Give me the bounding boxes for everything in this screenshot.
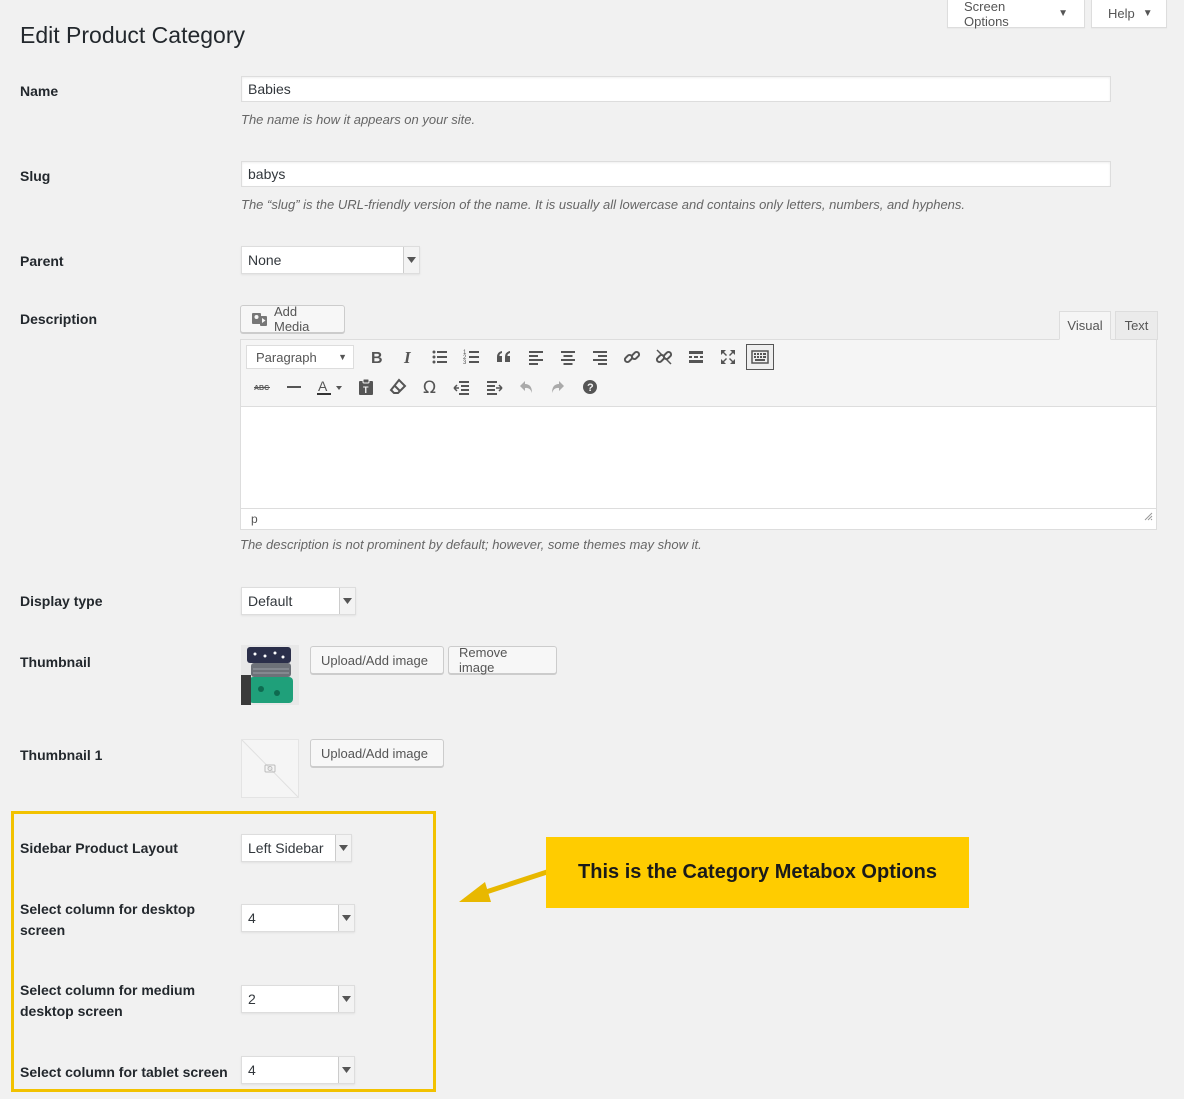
callout-text: This is the Category Metabox Options: [578, 861, 937, 883]
keyboard-shortcuts-icon[interactable]: ?: [574, 373, 606, 401]
svg-text:?: ?: [587, 382, 594, 394]
media-icon: [251, 310, 269, 328]
callout-box: This is the Category Metabox Options: [546, 837, 969, 908]
upload-thumbnail1-button[interactable]: Upload/Add image: [310, 739, 444, 767]
undo-icon[interactable]: [510, 373, 542, 401]
chevron-down-icon: [339, 588, 355, 614]
tablet-columns-value: 4: [248, 1062, 256, 1078]
align-right-icon[interactable]: [584, 343, 616, 371]
tab-visual[interactable]: Visual: [1059, 311, 1111, 340]
svg-text:B: B: [371, 350, 383, 366]
upload-thumbnail-label: Upload/Add image: [321, 652, 428, 668]
strikethrough-icon[interactable]: ABC: [246, 373, 278, 401]
format-select-value: Paragraph: [256, 349, 317, 365]
medium-columns-label: Select column for medium desktop screen: [20, 982, 196, 1019]
align-center-icon[interactable]: [552, 343, 584, 371]
bullet-list-icon[interactable]: [424, 343, 456, 371]
name-description: The name is how it appears on your site.: [241, 112, 476, 127]
outdent-icon[interactable]: [446, 373, 478, 401]
thumbnail1-label: Thumbnail 1: [20, 747, 103, 763]
indent-icon[interactable]: [478, 373, 510, 401]
chevron-down-icon: [403, 247, 419, 273]
format-select[interactable]: Paragraph ▼: [246, 345, 354, 369]
chevron-down-icon: ▼: [338, 352, 347, 362]
chevron-down-icon: [338, 986, 354, 1012]
callout-arrow-icon: [455, 862, 550, 908]
remove-thumbnail-button[interactable]: Remove image: [448, 645, 557, 675]
redo-icon[interactable]: [542, 373, 574, 401]
link-icon[interactable]: [616, 343, 648, 371]
numbered-list-icon[interactable]: 123: [456, 343, 488, 371]
page-title: Edit Product Category: [20, 22, 246, 48]
caret-down-icon: ▼: [1142, 8, 1153, 19]
editor-statusbar: p: [241, 508, 1156, 529]
description-help: The description is not prominent by defa…: [240, 537, 702, 552]
toolbar-toggle-icon[interactable]: [746, 344, 774, 370]
placeholder-image-icon: [241, 739, 299, 798]
resize-handle-icon[interactable]: [1143, 507, 1153, 527]
slug-label: Slug: [20, 168, 51, 184]
upload-thumbnail1-label: Upload/Add image: [321, 745, 428, 761]
screen-options-tab[interactable]: Screen Options ▼: [947, 0, 1085, 29]
svg-text:3: 3: [463, 360, 467, 366]
display-type-select[interactable]: Default: [241, 587, 356, 615]
fullscreen-icon[interactable]: [712, 343, 744, 371]
help-tab[interactable]: Help ▼: [1091, 0, 1167, 28]
display-type-value: Default: [248, 593, 293, 609]
chevron-down-icon: [338, 1057, 354, 1083]
clear-formatting-icon[interactable]: [382, 373, 414, 401]
medium-columns-select[interactable]: 2: [241, 985, 355, 1013]
desktop-columns-label: Select column for desktop screen: [20, 901, 196, 938]
tablet-columns-select[interactable]: 4: [241, 1056, 355, 1084]
unlink-icon[interactable]: [648, 343, 680, 371]
name-label: Name: [20, 83, 59, 99]
chevron-down-icon: [335, 835, 351, 861]
italic-icon[interactable]: I: [392, 343, 424, 371]
blockquote-icon[interactable]: [488, 343, 520, 371]
slug-input[interactable]: [241, 161, 1111, 187]
thumbnail-image: [241, 645, 299, 705]
add-media-button[interactable]: Add Media: [240, 304, 345, 334]
svg-text:ABC: ABC: [254, 385, 269, 392]
paste-text-icon[interactable]: T: [350, 373, 382, 401]
desktop-columns-select[interactable]: 4: [241, 904, 355, 932]
sidebar-layout-value: Left Sidebar: [248, 840, 324, 856]
editor-toolbar: Paragraph ▼ B I 123 ABC A T Ω ?: [241, 340, 1156, 407]
display-type-label: Display type: [20, 593, 103, 609]
name-input[interactable]: [241, 76, 1111, 102]
svg-text:I: I: [403, 348, 412, 366]
remove-thumbnail-label: Remove image: [459, 645, 508, 675]
svg-text:T: T: [363, 385, 369, 395]
sidebar-layout-label: Sidebar Product Layout: [20, 840, 178, 856]
svg-text:Ω: Ω: [423, 378, 436, 396]
svg-text:A: A: [318, 378, 328, 394]
tablet-columns-label: Select column for tablet screen: [20, 1064, 228, 1080]
help-label: Help: [1108, 6, 1135, 21]
thumbnail-label: Thumbnail: [20, 654, 91, 670]
parent-select[interactable]: None: [241, 246, 420, 274]
align-left-icon[interactable]: [520, 343, 552, 371]
element-path: p: [251, 512, 258, 526]
slug-description: The “slug” is the URL-friendly version o…: [241, 197, 966, 212]
description-label: Description: [20, 311, 98, 327]
chevron-down-icon: [338, 905, 354, 931]
special-character-icon[interactable]: Ω: [414, 373, 446, 401]
sidebar-layout-select[interactable]: Left Sidebar: [241, 834, 352, 862]
parent-label: Parent: [20, 253, 64, 269]
parent-select-value: None: [248, 252, 282, 268]
bold-icon[interactable]: B: [360, 343, 392, 371]
screen-options-label: Screen Options: [964, 0, 1009, 29]
text-color-icon[interactable]: A: [310, 373, 350, 401]
upload-thumbnail-button[interactable]: Upload/Add image: [310, 646, 444, 674]
tab-text[interactable]: Text: [1115, 311, 1158, 340]
read-more-icon[interactable]: [680, 343, 712, 371]
desktop-columns-value: 4: [248, 910, 256, 926]
medium-columns-value: 2: [248, 991, 256, 1007]
caret-down-icon: ▼: [1058, 8, 1068, 19]
add-media-label: Add Media: [274, 304, 310, 334]
horizontal-line-icon[interactable]: [278, 373, 310, 401]
